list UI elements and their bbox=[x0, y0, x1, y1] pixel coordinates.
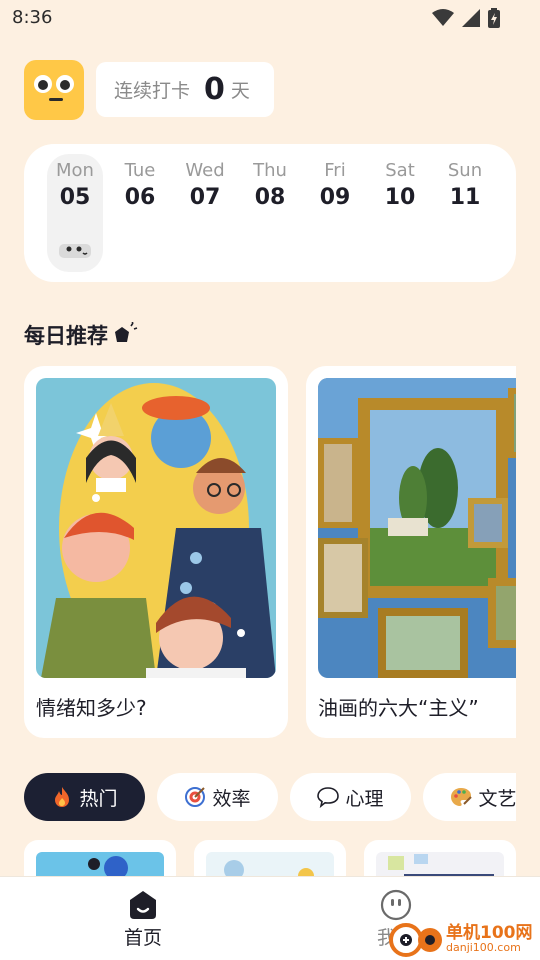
content-preview-card[interactable] bbox=[364, 840, 516, 880]
recommend-card[interactable]: 情绪知多少? bbox=[24, 366, 288, 738]
preview-thumbnail bbox=[206, 852, 334, 880]
daily-recommend-title: 每日推荐 bbox=[24, 320, 138, 350]
home-screen: 8:36 连续打卡 0 天 Mon 05 Tue 06 Wed 07 Thu 0… bbox=[0, 0, 540, 960]
fire-icon bbox=[55, 787, 70, 807]
chip-label: 文艺 bbox=[478, 787, 516, 810]
watermark-url: danji100.com bbox=[446, 941, 521, 954]
day-number: 06 bbox=[124, 185, 156, 210]
recommend-carousel[interactable]: 情绪知多少? 油画的六大“主义” bbox=[24, 366, 516, 740]
watermark-logo-icon bbox=[389, 923, 442, 957]
mascot-face-icon bbox=[34, 75, 74, 101]
status-bar: 8:36 bbox=[0, 0, 540, 36]
day-name: Mon bbox=[56, 160, 94, 181]
wifi-icon bbox=[432, 9, 454, 26]
speech-bubble-icon bbox=[317, 787, 340, 808]
recommend-card-title: 情绪知多少? bbox=[36, 696, 147, 720]
floating-paintings-illustration bbox=[318, 378, 516, 678]
sparkle-icon bbox=[115, 322, 138, 342]
day-name: Thu bbox=[253, 160, 287, 181]
section-title-text: 每日推荐 bbox=[24, 324, 108, 348]
day-sat[interactable]: Sat 10 bbox=[372, 154, 428, 272]
preview-thumbnail bbox=[376, 852, 504, 880]
sleeping-mascot-icon bbox=[59, 244, 91, 258]
day-sun[interactable]: Sun 11 bbox=[437, 154, 493, 272]
chip-psychology[interactable]: 心理 bbox=[290, 773, 411, 821]
chip-arts[interactable]: 文艺 bbox=[423, 773, 516, 821]
day-wed[interactable]: Wed 07 bbox=[177, 154, 233, 272]
day-number: 07 bbox=[189, 185, 221, 210]
home-icon bbox=[130, 891, 156, 919]
tab-label: 首页 bbox=[123, 927, 162, 949]
people-illustration bbox=[36, 378, 276, 678]
chip-label: 效率 bbox=[212, 787, 251, 810]
target-icon bbox=[185, 787, 206, 807]
day-number: 08 bbox=[254, 185, 286, 210]
palette-icon bbox=[451, 788, 473, 806]
day-name: Tue bbox=[124, 160, 156, 181]
mascot-avatar[interactable] bbox=[24, 60, 84, 120]
day-name: Sun bbox=[447, 160, 483, 181]
status-time: 8:36 bbox=[12, 7, 53, 28]
signal-icon bbox=[462, 9, 480, 27]
streak-count: 0 bbox=[204, 72, 225, 107]
preview-thumbnail bbox=[36, 852, 164, 880]
streak-label: 连续打卡 bbox=[114, 80, 191, 102]
day-number: 05 bbox=[59, 185, 91, 210]
day-mon[interactable]: Mon 05 bbox=[47, 154, 103, 272]
content-preview-row bbox=[24, 840, 516, 880]
day-name: Wed bbox=[185, 160, 225, 181]
battery-icon bbox=[488, 8, 500, 28]
day-number: 10 bbox=[384, 185, 416, 210]
day-tue[interactable]: Tue 06 bbox=[112, 154, 168, 272]
chip-hot[interactable]: 热门 bbox=[24, 773, 145, 821]
day-thu[interactable]: Thu 08 bbox=[242, 154, 298, 272]
content-preview-card[interactable] bbox=[24, 840, 176, 880]
status-icons bbox=[432, 8, 500, 28]
category-chips: 热门 效率 心理 文艺 bbox=[24, 773, 516, 823]
content-preview-card[interactable] bbox=[194, 840, 346, 880]
chip-label: 热门 bbox=[79, 787, 118, 810]
chip-label: 心理 bbox=[345, 787, 384, 810]
day-number: 09 bbox=[319, 185, 351, 210]
checkin-streak[interactable]: 连续打卡 0 天 bbox=[96, 62, 274, 117]
day-name: Fri bbox=[324, 160, 346, 181]
streak-unit: 天 bbox=[230, 80, 250, 102]
tab-home[interactable]: 首页 bbox=[103, 889, 183, 950]
watermark-text: 单机100网 bbox=[446, 923, 533, 943]
day-name: Sat bbox=[385, 160, 415, 181]
site-watermark: 单机100网 danji100.com bbox=[388, 916, 538, 960]
week-calendar: Mon 05 Tue 06 Wed 07 Thu 08 Fri 09 Sat 1… bbox=[24, 144, 516, 282]
day-number: 11 bbox=[449, 185, 481, 210]
recommend-card-title: 油画的六大“主义” bbox=[318, 696, 479, 720]
chip-efficiency[interactable]: 效率 bbox=[157, 773, 278, 821]
recommend-card[interactable]: 油画的六大“主义” bbox=[306, 366, 516, 738]
day-fri[interactable]: Fri 09 bbox=[307, 154, 363, 272]
